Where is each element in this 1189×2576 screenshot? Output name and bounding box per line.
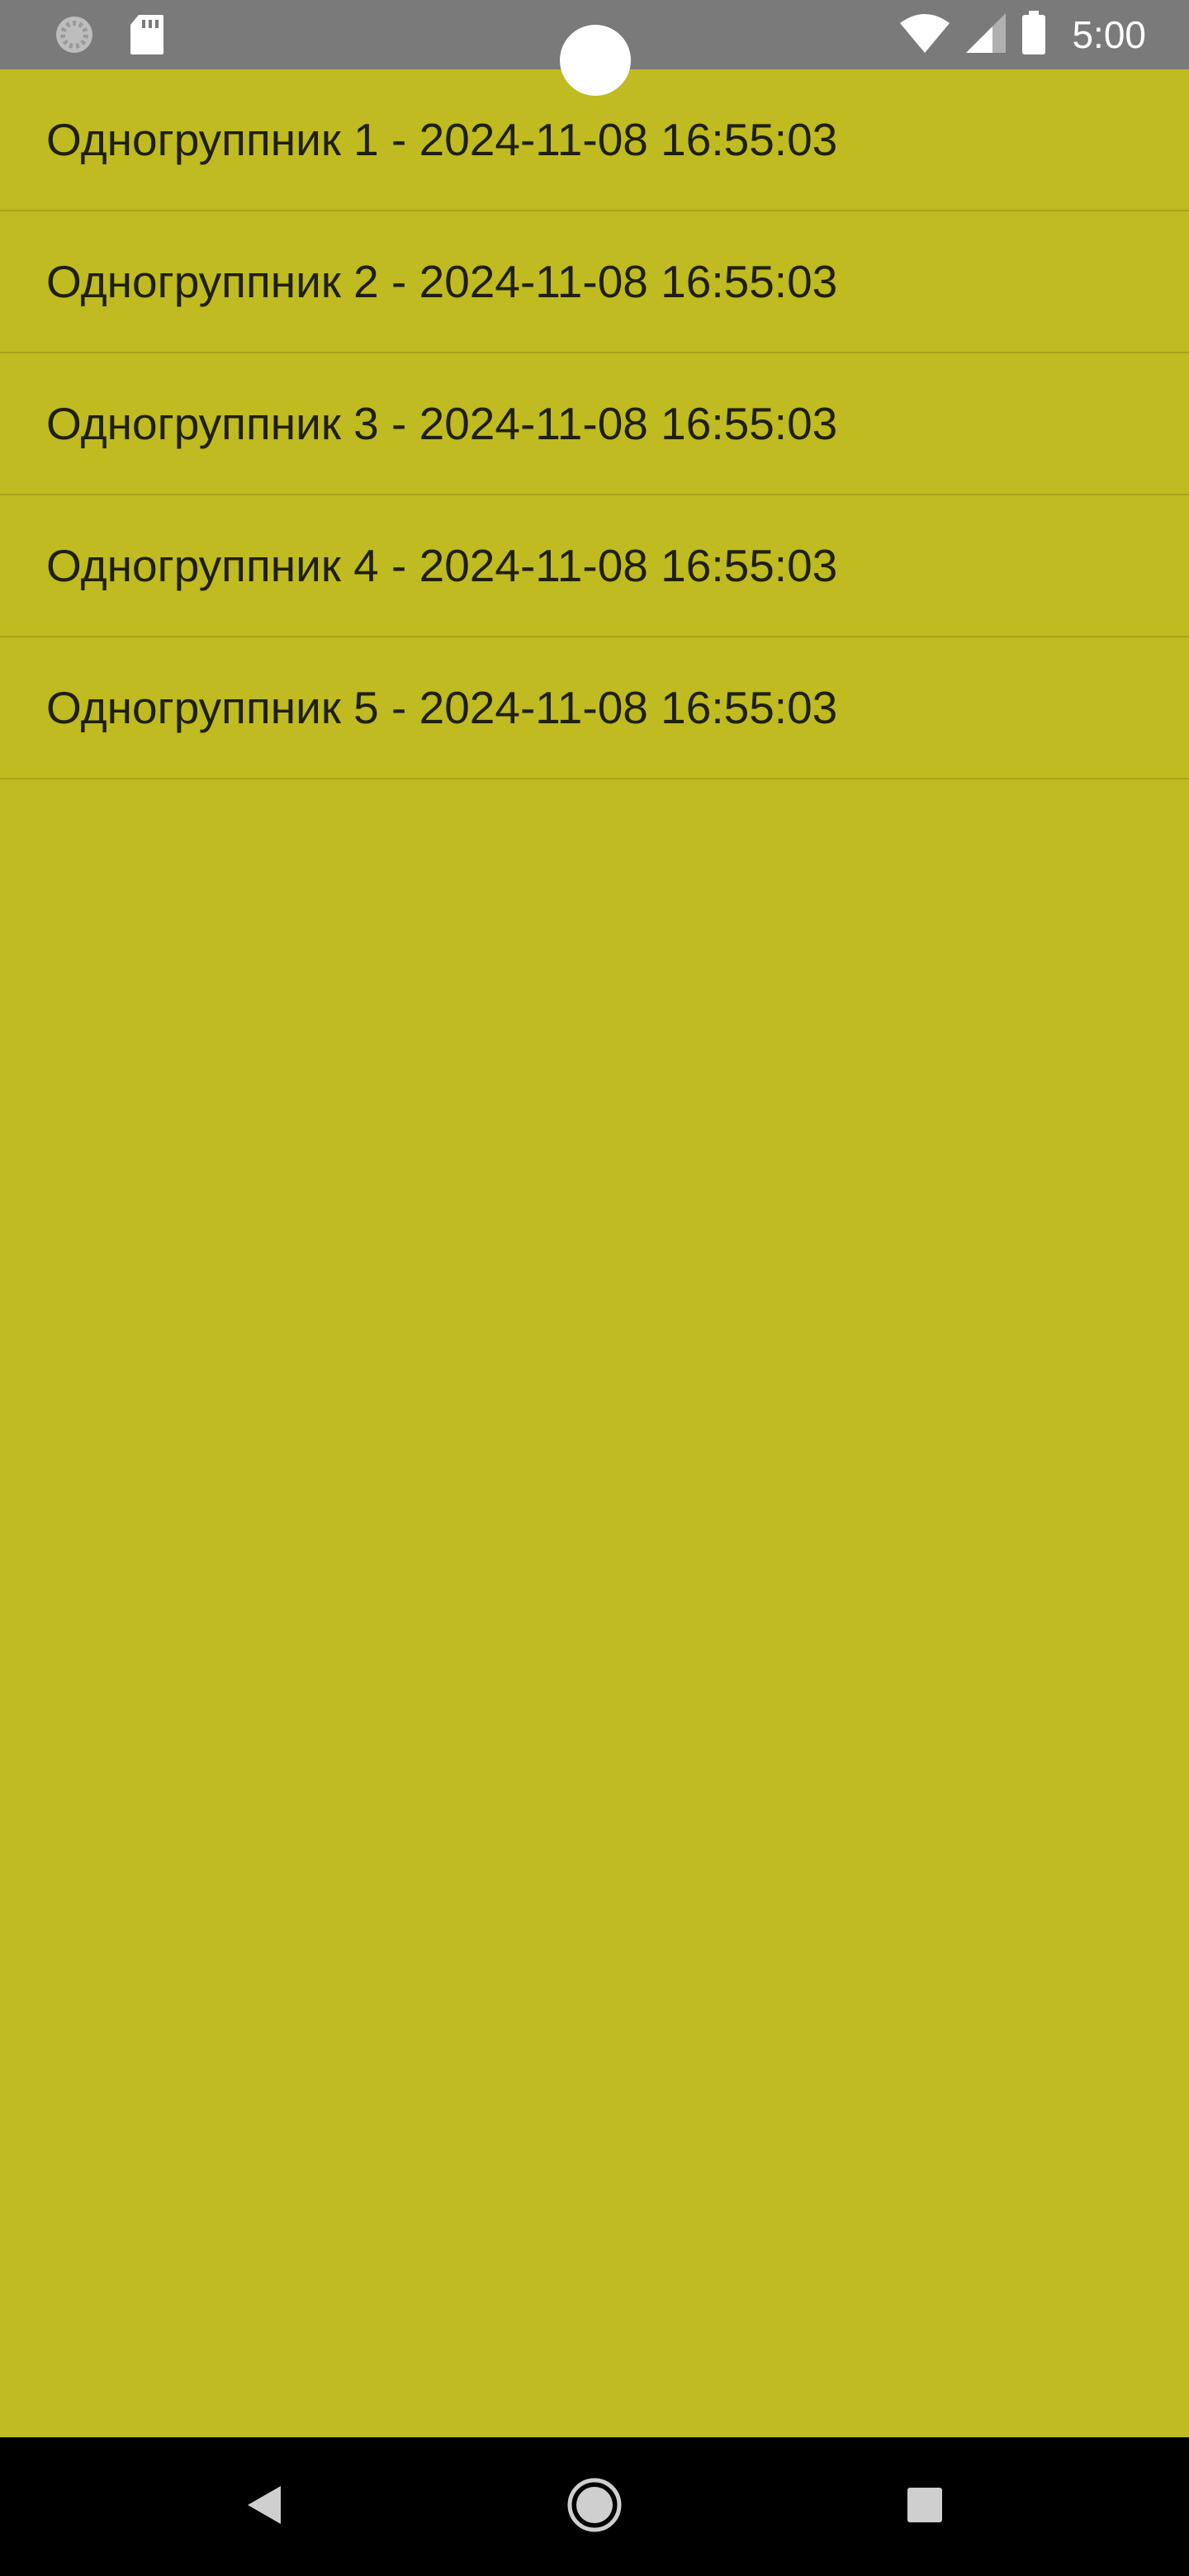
wifi-icon bbox=[898, 12, 951, 59]
list-item-label: Одногруппник 3 - 2024-11-08 16:55:03 bbox=[46, 398, 838, 449]
battery-icon bbox=[1021, 10, 1047, 59]
home-icon bbox=[566, 2477, 623, 2537]
back-icon bbox=[244, 2484, 284, 2530]
status-left-icons bbox=[53, 13, 165, 60]
list-item-label: Одногруппник 5 - 2024-11-08 16:55:03 bbox=[46, 682, 838, 733]
navigation-bar bbox=[0, 2437, 1189, 2576]
list-item[interactable]: Одногруппник 4 - 2024-11-08 16:55:03 bbox=[0, 495, 1189, 637]
status-time: 5:00 bbox=[1072, 13, 1146, 56]
list-item[interactable]: Одногруппник 3 - 2024-11-08 16:55:03 bbox=[0, 353, 1189, 495]
status-right-icons: 5:00 bbox=[898, 8, 1146, 61]
list-item[interactable]: Одногруппник 2 - 2024-11-08 16:55:03 bbox=[0, 211, 1189, 353]
camera-cutout bbox=[560, 25, 631, 96]
recents-icon bbox=[906, 2486, 944, 2528]
list-item-label: Одногруппник 4 - 2024-11-08 16:55:03 bbox=[46, 540, 838, 591]
list-item-label: Одногруппник 2 - 2024-11-08 16:55:03 bbox=[46, 256, 838, 307]
loading-icon bbox=[53, 13, 96, 60]
list-item[interactable]: Одногруппник 5 - 2024-11-08 16:55:03 bbox=[0, 637, 1189, 779]
list-item-label: Одногруппник 1 - 2024-11-08 16:55:03 bbox=[46, 114, 838, 165]
home-button[interactable] bbox=[528, 2437, 661, 2576]
classmates-list: Одногруппник 1 - 2024-11-08 16:55:03 Одн… bbox=[0, 69, 1189, 779]
back-button[interactable] bbox=[198, 2437, 330, 2576]
cell-signal-icon bbox=[964, 12, 1007, 59]
sd-card-icon bbox=[129, 13, 165, 60]
recents-button[interactable] bbox=[859, 2437, 991, 2576]
